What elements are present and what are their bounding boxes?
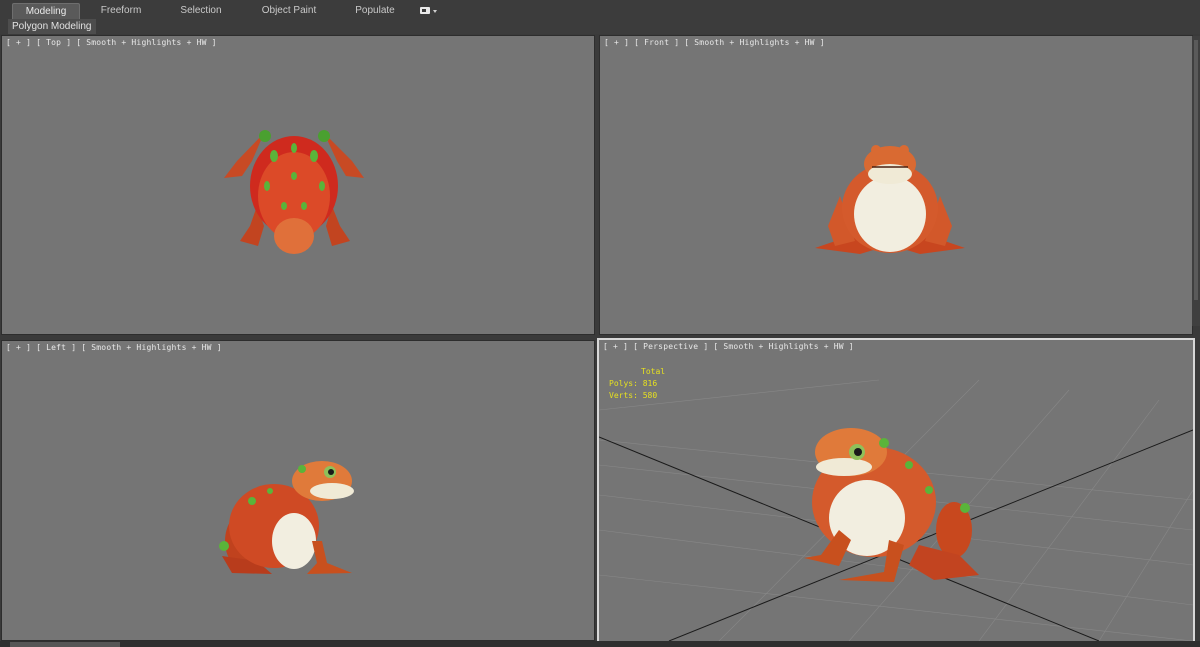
- tab-freeform[interactable]: Freeform: [90, 3, 152, 19]
- viewport-top[interactable]: [ + ] [ Top ] [ Smooth + Highlights + HW…: [1, 35, 595, 335]
- viewport-front[interactable]: [ + ] [ Front ] [ Smooth + Highlights + …: [599, 35, 1193, 335]
- time-slider-bar: [0, 641, 1200, 647]
- tab-modeling[interactable]: Modeling: [12, 3, 80, 20]
- toad-top-view: [224, 130, 364, 254]
- toad-left-view: [219, 461, 354, 574]
- time-slider[interactable]: [10, 642, 120, 647]
- scrollbar-thumb[interactable]: [1194, 40, 1198, 300]
- viewport-perspective[interactable]: [ + ] [ Perspective ] [ Smooth + Highlig…: [597, 338, 1195, 643]
- ribbon-tab-bar: Modeling Freeform Selection Object Paint…: [0, 0, 1200, 21]
- tab-selection[interactable]: Selection: [168, 3, 234, 19]
- tab-object-paint[interactable]: Object Paint: [252, 3, 326, 19]
- toad-model: [804, 428, 979, 582]
- grid-axis-y: [668, 429, 1193, 641]
- polygon-modeling-label[interactable]: Polygon Modeling: [8, 19, 96, 34]
- toad-front-view: [815, 145, 965, 254]
- camera-dropdown-icon[interactable]: [419, 5, 439, 17]
- ribbon-subpanel: Polygon Modeling: [0, 19, 1200, 34]
- perspective-scene: [599, 379, 1193, 641]
- tab-populate[interactable]: Populate: [346, 3, 404, 19]
- viewport-left[interactable]: [ + ] [ Left ] [ Smooth + Highlights + H…: [1, 340, 595, 641]
- right-scrollbar[interactable]: [1192, 36, 1200, 326]
